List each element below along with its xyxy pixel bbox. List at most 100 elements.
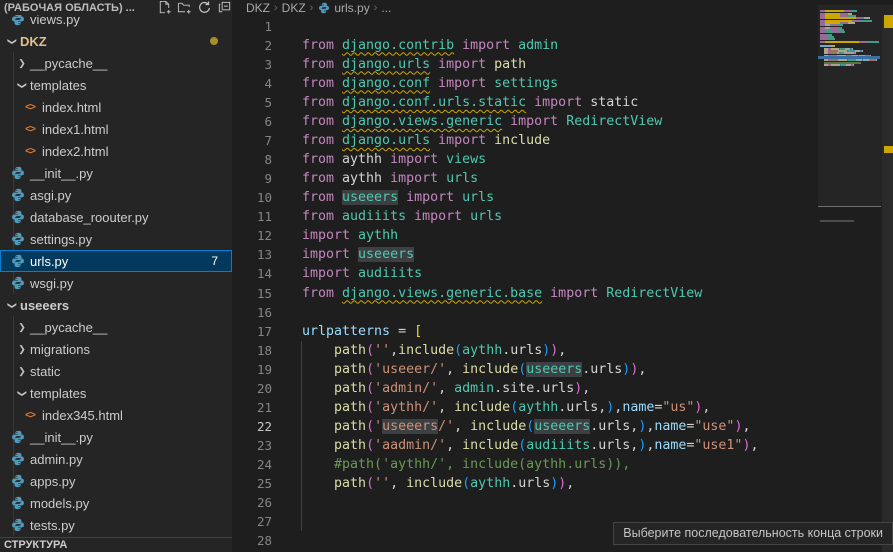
code-line-9[interactable]: from aythh import urls [302, 169, 478, 188]
line-number[interactable]: 13 [232, 245, 272, 264]
line-number[interactable]: 1 [232, 17, 272, 36]
line-number[interactable]: 3 [232, 55, 272, 74]
tree-item-migrations[interactable]: ❯migrations [0, 338, 232, 360]
code-line-5[interactable]: from django.conf.urls.static import stat… [302, 93, 638, 112]
code-line-15[interactable]: from django.views.generic.base import Re… [302, 284, 702, 303]
tree-item-settings-py[interactable]: settings.py [0, 228, 232, 250]
code-token: django.conf [342, 76, 430, 91]
overview-ruler[interactable] [881, 16, 893, 552]
line-number[interactable]: 16 [232, 303, 272, 322]
chevron-right-icon: ❯ [16, 366, 28, 377]
line-number[interactable]: 2 [232, 36, 272, 55]
code-line-17[interactable]: urlpatterns = [ [302, 322, 422, 341]
line-number[interactable]: 10 [232, 188, 272, 207]
tree-item-templates[interactable]: ❯templates [0, 382, 232, 404]
line-number[interactable]: 26 [232, 493, 272, 512]
tree-item--init-py[interactable]: __init__.py [0, 162, 232, 184]
tree-item-index-html[interactable]: <>index.html [0, 96, 232, 118]
line-number[interactable]: 8 [232, 150, 272, 169]
line-number[interactable]: 4 [232, 74, 272, 93]
code-token: useeers [534, 419, 590, 434]
code-line-18[interactable]: path('',include(aythh.urls)), [302, 341, 566, 360]
line-number[interactable]: 15 [232, 284, 272, 303]
code-line-7[interactable]: from django.urls import include [302, 131, 550, 150]
tree-item-templates[interactable]: ❯templates [0, 74, 232, 96]
line-number[interactable]: 25 [232, 474, 272, 493]
code-line-14[interactable]: import audiiits [302, 264, 422, 283]
minimap[interactable] [820, 8, 880, 238]
line-number[interactable]: 22 [232, 417, 272, 436]
tree-item-asgi-py[interactable]: asgi.py [0, 184, 232, 206]
code-line-12[interactable]: import aythh [302, 226, 398, 245]
code-line-23[interactable]: path('aadmin/', include(audiiits.urls,),… [302, 436, 758, 455]
statusbar-tooltip: Выберите последовательность конца строки [613, 522, 893, 545]
new-folder-icon[interactable] [177, 0, 192, 15]
tree-item-dkz[interactable]: ❯DKZ [0, 30, 232, 52]
line-number[interactable]: 12 [232, 226, 272, 245]
code-line-4[interactable]: from django.conf import settings [302, 74, 558, 93]
code-lines[interactable]: from django.contrib import adminfrom dja… [302, 0, 818, 552]
outline-section-header[interactable]: СТРУКТУРА [0, 537, 232, 552]
code-line-2[interactable]: from django.contrib import admin [302, 36, 558, 55]
tree-item-static[interactable]: ❯static [0, 360, 232, 382]
line-number[interactable]: 14 [232, 264, 272, 283]
code-line-6[interactable]: from django.views.generic import Redirec… [302, 112, 662, 131]
code-token: .urls [582, 362, 622, 377]
tree-item-admin-py[interactable]: admin.py [0, 448, 232, 470]
line-number[interactable]: 28 [232, 531, 272, 550]
tree-item-apps-py[interactable]: apps.py [0, 470, 232, 492]
html-file-icon: <> [22, 146, 38, 157]
code-line-8[interactable]: from aythh import views [302, 150, 486, 169]
line-number[interactable]: 9 [232, 169, 272, 188]
code-line-20[interactable]: path('admin/', admin.site.urls), [302, 379, 590, 398]
tree-item-urls-py[interactable]: urls.py7 [0, 250, 232, 272]
code-line-22[interactable]: path('useeers/', include(useeers.urls,),… [302, 417, 750, 436]
tree-item-index345-html[interactable]: <>index345.html [0, 404, 232, 426]
code-token: , [454, 419, 470, 434]
tree-item-useeers[interactable]: ❯useeers [0, 294, 232, 316]
python-file-icon [10, 232, 26, 246]
tree-item--init-py[interactable]: __init__.py [0, 426, 232, 448]
collapse-folders-icon[interactable] [217, 0, 232, 15]
tree-item-tests-py[interactable]: tests.py [0, 514, 232, 536]
tree-item--pycache-[interactable]: ❯__pycache__ [0, 316, 232, 338]
line-number[interactable]: 5 [232, 93, 272, 112]
line-number[interactable]: 21 [232, 398, 272, 417]
tree-item--pycache-[interactable]: ❯__pycache__ [0, 52, 232, 74]
code-line-11[interactable]: from audiiits import urls [302, 207, 502, 226]
explorer-section-header[interactable]: (РАБОЧАЯ ОБЛАСТЬ) ... [0, 0, 232, 15]
line-number[interactable]: 20 [232, 379, 272, 398]
code-line-25[interactable]: path('', include(aythh.urls)), [302, 474, 574, 493]
code-token [302, 381, 334, 396]
tree-item-wsgi-py[interactable]: wsgi.py [0, 272, 232, 294]
code-token: ( [366, 476, 374, 491]
code-line-10[interactable]: from useeers import urls [302, 188, 494, 207]
chevron-down-icon: ❯ [7, 35, 18, 47]
tree-item-database-roouter-py[interactable]: database_roouter.py [0, 206, 232, 228]
code-line-24[interactable]: #path('aythh/', include(aythh.urls)), [302, 455, 630, 474]
code-token: path [334, 419, 366, 434]
line-number[interactable]: 18 [232, 341, 272, 360]
line-number[interactable]: 17 [232, 322, 272, 341]
html-file-icon: <> [22, 102, 38, 113]
tree-item-index2-html[interactable]: <>index2.html [0, 140, 232, 162]
new-file-icon[interactable] [157, 0, 172, 15]
python-file-icon [10, 276, 26, 290]
code-line-13[interactable]: import useeers [302, 245, 414, 264]
line-number[interactable]: 19 [232, 360, 272, 379]
line-number[interactable]: 7 [232, 131, 272, 150]
tree-item-models-py[interactable]: models.py [0, 492, 232, 514]
code-token: from [302, 190, 342, 205]
code-token: urls [446, 171, 478, 186]
code-line-21[interactable]: path('aythh/', include(aythh.urls,),name… [302, 398, 710, 417]
code-token: django.urls [342, 57, 430, 72]
code-line-3[interactable]: from django.urls import path [302, 55, 526, 74]
line-number[interactable]: 11 [232, 207, 272, 226]
code-line-19[interactable]: path('useeer/', include(useeers.urls)), [302, 360, 646, 379]
line-number[interactable]: 6 [232, 112, 272, 131]
line-number[interactable]: 24 [232, 455, 272, 474]
refresh-explorer-icon[interactable] [197, 0, 212, 15]
line-number[interactable]: 27 [232, 512, 272, 531]
line-number[interactable]: 23 [232, 436, 272, 455]
tree-item-index1-html[interactable]: <>index1.html [0, 118, 232, 140]
